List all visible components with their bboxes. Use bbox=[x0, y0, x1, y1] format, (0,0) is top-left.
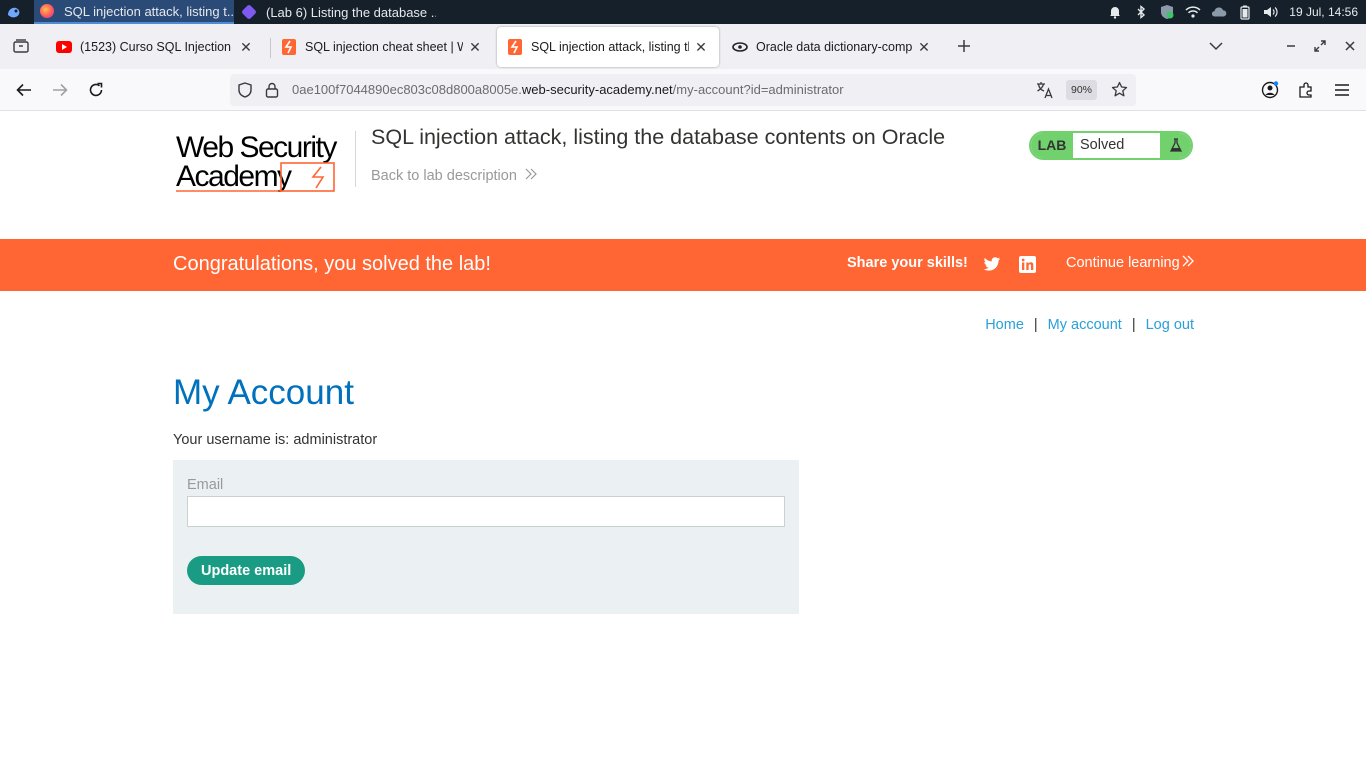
lab-state: Solved bbox=[1080, 137, 1125, 153]
account-icon[interactable] bbox=[1257, 77, 1283, 103]
close-icon[interactable]: ✕ bbox=[238, 39, 254, 56]
web-page: Web Security Academy SQL injection attac… bbox=[0, 111, 1366, 768]
vpn-shield-icon[interactable] bbox=[1159, 4, 1175, 20]
nav-logout-link[interactable]: Log out bbox=[1146, 317, 1194, 333]
extensions-puzzle-icon[interactable] bbox=[1293, 77, 1319, 103]
restore-icon[interactable] bbox=[1307, 33, 1333, 59]
tab-title: Oracle data dictionary-compa bbox=[756, 40, 912, 54]
browser-toolbar: 0ae100f7044890ec803c08d800a8005e.web-sec… bbox=[0, 69, 1366, 111]
system-tray: 19 Jul, 14:56 bbox=[1107, 0, 1366, 24]
tab-sql-injection-lab[interactable]: SQL injection attack, listing th ✕ bbox=[497, 27, 719, 67]
bookmark-star-icon[interactable] bbox=[1111, 81, 1128, 101]
close-icon[interactable]: ✕ bbox=[693, 39, 709, 56]
youtube-icon bbox=[56, 39, 72, 55]
update-email-form: Email Update email bbox=[173, 460, 799, 614]
new-tab-icon[interactable] bbox=[951, 33, 977, 59]
hamburger-menu-icon[interactable] bbox=[1329, 77, 1355, 103]
portswigger-icon bbox=[507, 39, 523, 55]
lab-title: SQL injection attack, listing the databa… bbox=[371, 125, 946, 149]
update-email-button[interactable]: Update email bbox=[187, 556, 306, 585]
oracle-site-icon bbox=[732, 39, 748, 55]
url-prefix: 0ae100f7044890ec803c08d800a8005e. bbox=[292, 82, 522, 97]
forward-arrow-icon[interactable] bbox=[47, 77, 73, 103]
tab-title: SQL injection attack, listing th bbox=[531, 40, 689, 54]
reload-icon[interactable] bbox=[83, 77, 109, 103]
os-taskbar: SQL injection attack, listing t... (Lab … bbox=[0, 0, 1366, 24]
notification-bell-icon[interactable] bbox=[1107, 4, 1123, 20]
flask-icon bbox=[1160, 133, 1191, 158]
banner-message: Congratulations, you solved the lab! bbox=[173, 253, 491, 275]
logo-divider bbox=[355, 131, 356, 187]
nav-home-link[interactable]: Home bbox=[985, 317, 1024, 333]
back-arrow-icon[interactable] bbox=[11, 77, 37, 103]
nav-my-account-link[interactable]: My account bbox=[1048, 317, 1122, 333]
account-nav: Home | My account | Log out bbox=[985, 317, 1194, 333]
taskbar-task-label: SQL injection attack, listing t... bbox=[64, 3, 234, 19]
minimize-icon[interactable] bbox=[1278, 33, 1304, 59]
translate-icon[interactable] bbox=[1036, 81, 1054, 102]
congratulations-banner: Congratulations, you solved the lab! Sha… bbox=[0, 239, 1366, 291]
close-icon[interactable]: ✕ bbox=[916, 39, 932, 56]
close-window-icon[interactable] bbox=[1337, 33, 1363, 59]
browser-tab-bar: (1523) Curso SQL Injection (SC ✕ SQL inj… bbox=[0, 24, 1366, 69]
page-title: My Account bbox=[173, 373, 354, 412]
lock-icon[interactable] bbox=[265, 82, 279, 101]
share-label: Share your skills! bbox=[847, 255, 968, 271]
url-bar[interactable]: 0ae100f7044890ec803c08d800a8005e.web-sec… bbox=[230, 74, 1136, 106]
url-host: web-security-academy.net bbox=[521, 82, 673, 97]
tracking-shield-icon[interactable] bbox=[237, 82, 253, 101]
username-text: Your username is: administrator bbox=[173, 432, 378, 448]
back-to-lab-link[interactable]: Back to lab description bbox=[371, 168, 537, 184]
double-chevron-right-icon bbox=[1182, 255, 1194, 271]
app-launcher-icon[interactable] bbox=[4, 2, 24, 22]
tab-cheat-sheet[interactable]: SQL injection cheat sheet | W ✕ bbox=[271, 27, 493, 67]
zoom-level-badge[interactable]: 90% bbox=[1066, 80, 1098, 100]
nav-separator: | bbox=[1131, 317, 1136, 333]
clock[interactable]: 19 Jul, 14:56 bbox=[1289, 5, 1358, 19]
tab-title: (1523) Curso SQL Injection (SC bbox=[80, 40, 234, 54]
taskbar-task-notes[interactable]: (Lab 6) Listing the database ... bbox=[236, 0, 436, 24]
taskbar-task-label: (Lab 6) Listing the database ... bbox=[266, 4, 436, 20]
close-icon[interactable]: ✕ bbox=[467, 39, 483, 56]
nav-separator: | bbox=[1033, 317, 1038, 333]
continue-learning-label: Continue learning bbox=[1066, 255, 1180, 271]
tab-youtube[interactable]: (1523) Curso SQL Injection (SC ✕ bbox=[46, 27, 264, 67]
portswigger-icon bbox=[281, 39, 297, 55]
lab-tag: LAB bbox=[1031, 133, 1073, 158]
twitter-icon[interactable] bbox=[983, 255, 1001, 273]
url-path: /my-account?id=administrator bbox=[672, 82, 844, 97]
continue-learning-link[interactable]: Continue learning bbox=[1066, 255, 1194, 271]
chevron-down-icon[interactable] bbox=[1203, 33, 1229, 59]
taskbar-task-firefox[interactable]: SQL injection attack, listing t... bbox=[34, 0, 234, 24]
email-label: Email bbox=[187, 477, 224, 493]
logo-line-2: Academy bbox=[176, 160, 292, 193]
obsidian-icon bbox=[241, 4, 257, 20]
linkedin-icon[interactable] bbox=[1018, 255, 1036, 273]
email-field[interactable] bbox=[187, 496, 785, 527]
tab-title: SQL injection cheat sheet | W bbox=[305, 40, 463, 54]
lab-status-badge: LAB Solved bbox=[1029, 131, 1193, 160]
url-text[interactable]: 0ae100f7044890ec803c08d800a8005e.web-sec… bbox=[292, 82, 844, 97]
back-link-label: Back to lab description bbox=[371, 168, 517, 184]
tab-oracle-dictionary[interactable]: Oracle data dictionary-compa ✕ bbox=[722, 27, 942, 67]
firefox-icon bbox=[40, 4, 54, 18]
wifi-icon[interactable] bbox=[1185, 4, 1201, 20]
battery-icon[interactable] bbox=[1237, 4, 1253, 20]
double-chevron-right-icon bbox=[525, 168, 537, 184]
volume-icon[interactable] bbox=[1263, 4, 1279, 20]
bluetooth-icon[interactable] bbox=[1133, 4, 1149, 20]
web-security-academy-logo[interactable]: Web Security Academy bbox=[173, 129, 355, 193]
tab-overview-icon[interactable] bbox=[8, 33, 34, 59]
cloud-icon[interactable] bbox=[1211, 4, 1227, 20]
